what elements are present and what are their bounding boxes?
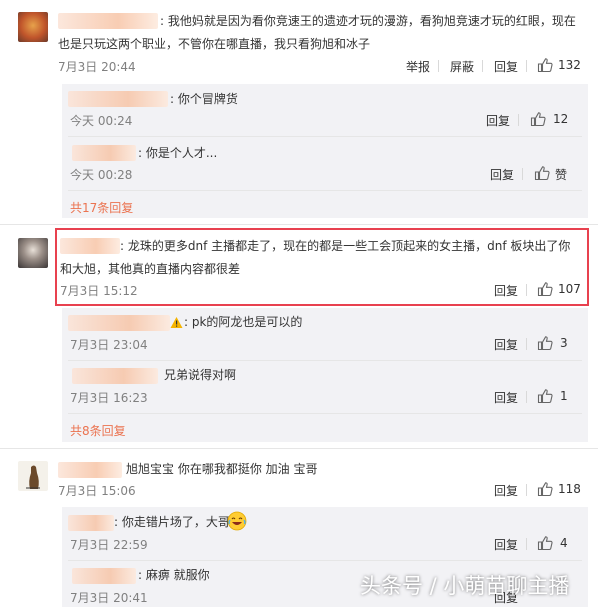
thumb-up-icon[interactable] [537,388,553,404]
reply-button[interactable]: 回复 [490,166,514,183]
divider [526,484,527,496]
like-count: 4 [560,536,568,550]
divider [0,224,598,225]
block-button[interactable]: 屏蔽 [450,58,474,75]
reply-text: : 你个冒牌货 [170,92,238,106]
comment-time: 7月3日 15:12 [60,284,138,298]
divider [68,360,582,361]
thumb-up-icon[interactable] [537,535,553,551]
reply-time: 7月3日 22:59 [70,538,148,552]
divider [68,413,582,414]
divider [526,60,527,72]
comment-time: 7月3日 15:06 [58,484,136,498]
username-redacted[interactable] [58,462,122,478]
username-redacted[interactable] [68,515,114,531]
thumb-up-icon[interactable] [537,281,553,297]
thumb-up-icon[interactable] [537,57,553,73]
comment-text: 旭旭宝宝 你在哪我都挺你 加油 宝哥 [126,462,318,476]
like-count: 107 [558,282,581,296]
comment-text: : 龙珠的更多dnf 主播都走了，现在的都是一些工会顶起来的女主播，dnf 板块… [120,239,571,253]
avatar[interactable] [18,12,48,42]
comment-text: : 我他妈就是因为看你竞速王的遗迹才玩的漫游，看狗旭竞速才玩的红眼，现在 [160,14,576,28]
username-redacted[interactable] [60,238,120,254]
divider [526,391,527,403]
reply-time: 7月3日 23:04 [70,338,148,352]
username-redacted[interactable] [72,368,158,384]
more-replies-link[interactable]: 共8条回复 [70,422,126,439]
username-redacted[interactable] [72,568,136,584]
username-redacted[interactable] [58,13,158,29]
watermark: 头条号 / 小萌苗聊主播 [360,574,570,598]
divider [68,190,582,191]
reply-button[interactable]: 回复 [494,336,518,353]
divider [68,560,582,561]
like-count: 132 [558,58,581,72]
reply-button[interactable]: 回复 [486,112,510,129]
reply-button[interactable]: 回复 [494,58,518,75]
divider [526,538,527,550]
comment-text-continued: 和大旭，其他真的直播内容都很差 [60,262,241,276]
reply-text: : 你走错片场了，大哥 [114,515,230,529]
username-redacted[interactable] [68,315,170,331]
like-count: 赞 [555,168,568,182]
divider [526,338,527,350]
like-count: 3 [560,336,568,350]
reply-time: 今天 00:28 [70,168,133,182]
report-button[interactable]: 举报 [406,58,430,75]
divider [68,136,582,137]
avatar[interactable] [18,238,48,268]
reply-time: 7月3日 16:23 [70,391,148,405]
reply-text: : pk的阿龙也是可以的 [184,315,303,329]
reply-text: : 你是个人才... [138,146,218,160]
like-count: 118 [558,482,581,496]
reply-time: 7月3日 20:41 [70,591,148,605]
username-redacted[interactable] [68,91,168,107]
divider [0,448,598,449]
avatar-figure [26,465,40,489]
divider [518,114,519,126]
divider [482,60,483,72]
reply-text: : 麻痹 就服你 [138,568,210,582]
comment-time: 7月3日 20:44 [58,60,136,74]
thumb-up-icon[interactable] [537,481,553,497]
laughing-emoji-icon [227,511,247,531]
avatar[interactable] [18,461,48,491]
reply-button[interactable]: 回复 [494,389,518,406]
divider [522,168,523,180]
reply-button[interactable]: 回复 [494,482,518,499]
thumb-up-icon[interactable] [537,335,553,351]
username-redacted[interactable] [72,145,136,161]
thumb-up-icon[interactable] [534,165,550,181]
comment-text-continued: 也是只玩这两个职业，不管你在哪直播，我只看狗旭和冰子 [58,37,371,51]
divider [526,284,527,296]
thumb-up-icon[interactable] [530,111,546,127]
reply-button[interactable]: 回复 [494,536,518,553]
more-replies-link[interactable]: 共17条回复 [70,199,133,216]
divider [438,60,439,72]
reply-text: 兄弟说得对啊 [164,368,237,382]
like-count: 1 [560,389,568,403]
reply-button[interactable]: 回复 [494,282,518,299]
warning-emoji-icon [170,317,183,328]
reply-time: 今天 00:24 [70,114,133,128]
like-count: 12 [553,112,569,126]
